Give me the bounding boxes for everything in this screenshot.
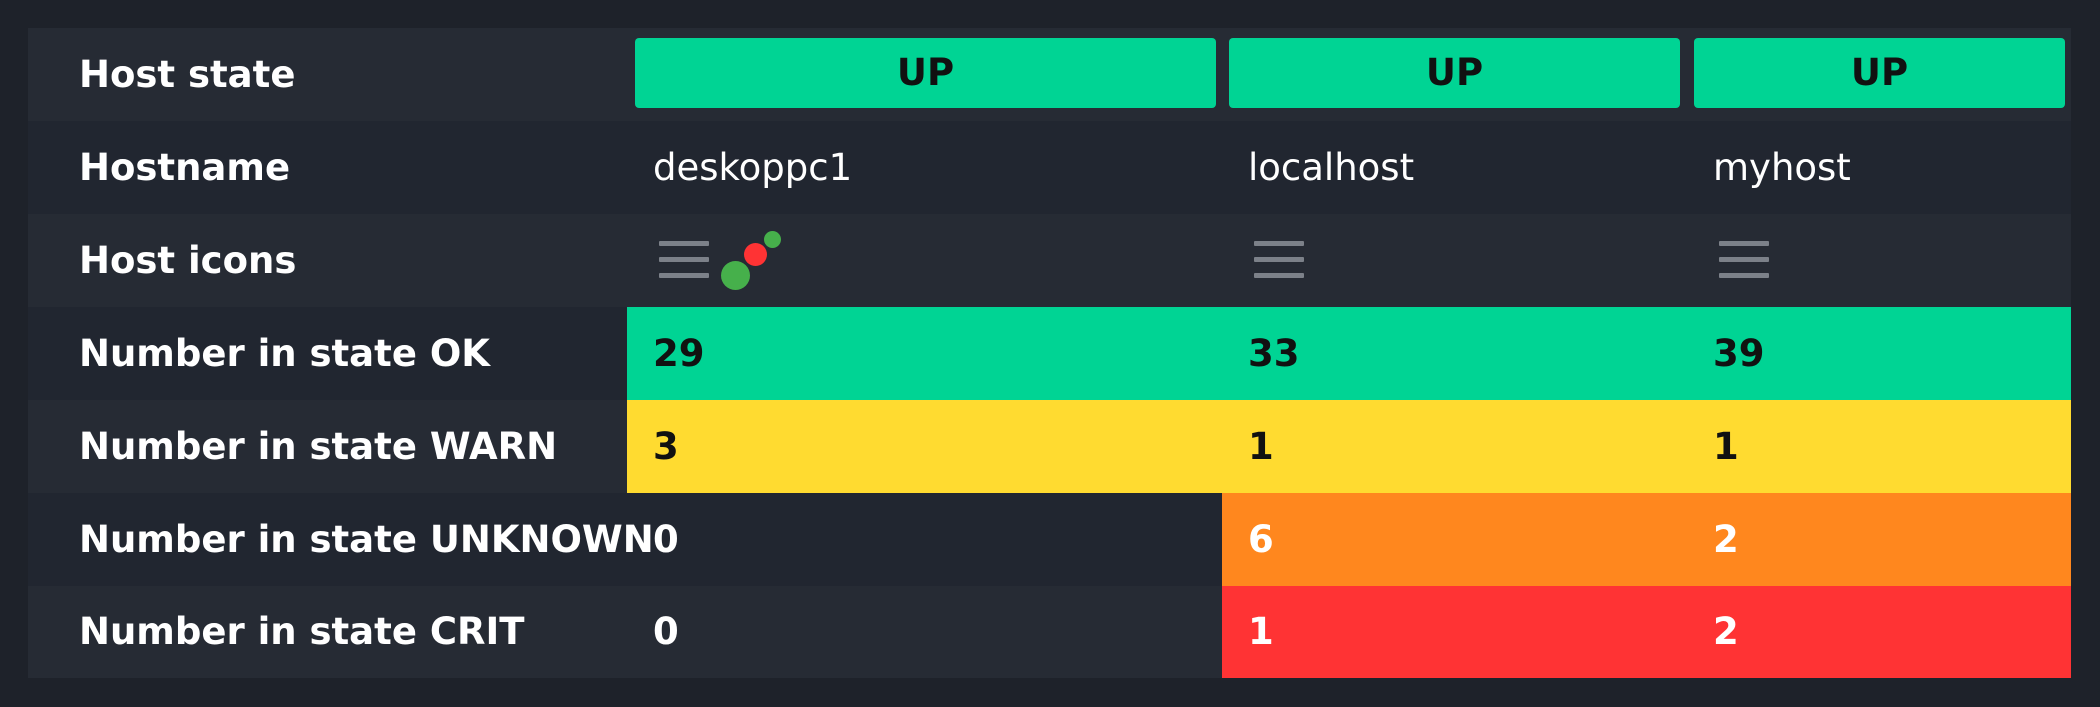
- unknown-count-cell[interactable]: 2: [1687, 493, 2071, 586]
- hostname-link[interactable]: myhost: [1713, 121, 1851, 214]
- warn-count: 1: [1248, 425, 1274, 468]
- host-icons-cell: [1222, 214, 1687, 307]
- row-label-crit: Number in state CRIT: [79, 610, 525, 653]
- menu-icon[interactable]: [1254, 241, 1304, 281]
- menu-icon[interactable]: [1719, 241, 1769, 281]
- row-state-ok: Number in state OK 29 33 39: [28, 307, 2071, 400]
- row-label-host-state: Host state: [79, 53, 296, 96]
- unknown-count: 2: [1713, 518, 1739, 561]
- crit-count: 1: [1248, 610, 1274, 653]
- warn-count-cell[interactable]: 1: [1222, 400, 1687, 493]
- crit-count-cell[interactable]: 1: [1222, 586, 1687, 678]
- menu-icon[interactable]: [659, 241, 709, 281]
- hostname-link[interactable]: deskoppc1: [653, 121, 852, 214]
- ok-count-cell[interactable]: 39: [1687, 307, 2071, 400]
- crit-count-cell[interactable]: 0: [627, 586, 1222, 678]
- row-state-crit: Number in state CRIT 0 1 2: [28, 586, 2071, 678]
- host-state-badge[interactable]: UP: [635, 38, 1216, 108]
- hostname-cell: deskoppc1: [627, 121, 1222, 214]
- row-label-hostname: Hostname: [79, 146, 291, 189]
- unknown-count-cell[interactable]: 6: [1222, 493, 1687, 586]
- warn-count: 1: [1713, 425, 1739, 468]
- row-label-ok: Number in state OK: [79, 332, 490, 375]
- row-label-unknown: Number in state UNKNOWN: [79, 518, 654, 561]
- host-icons-cell: [1687, 214, 2071, 307]
- unknown-count-cell[interactable]: 0: [627, 493, 1222, 586]
- host-icons-cell: [627, 214, 1222, 307]
- crit-count-cell[interactable]: 2: [1687, 586, 2071, 678]
- hostname-link[interactable]: localhost: [1248, 121, 1414, 214]
- crit-count: 0: [653, 610, 679, 653]
- hostname-cell: myhost: [1687, 121, 2071, 214]
- row-state-warn: Number in state WARN 3 1 1: [28, 400, 2071, 493]
- row-hostname: Hostname deskoppc1 localhost myhost: [28, 121, 2071, 214]
- host-state-badge[interactable]: UP: [1694, 38, 2065, 108]
- ok-count-cell[interactable]: 29: [627, 307, 1222, 400]
- warn-count-cell[interactable]: 3: [627, 400, 1222, 493]
- crit-count: 2: [1713, 610, 1739, 653]
- ok-count: 39: [1713, 332, 1765, 375]
- ok-count: 33: [1248, 332, 1300, 375]
- hostname-cell: localhost: [1222, 121, 1687, 214]
- ok-count: 29: [653, 332, 705, 375]
- host-matrix: Host state UP UP UP Hostname deskoppc1 l…: [28, 28, 2071, 678]
- warn-count: 3: [653, 425, 679, 468]
- row-host-state: Host state UP UP UP: [28, 28, 2071, 121]
- row-label-warn: Number in state WARN: [79, 425, 558, 468]
- row-host-icons: Host icons: [28, 214, 2071, 307]
- warn-count-cell[interactable]: 1: [1687, 400, 2071, 493]
- unknown-count: 0: [653, 518, 679, 561]
- row-state-unknown: Number in state UNKNOWN 0 6 2: [28, 493, 2071, 586]
- ok-count-cell[interactable]: 33: [1222, 307, 1687, 400]
- unknown-count: 6: [1248, 518, 1274, 561]
- host-state-badge[interactable]: UP: [1229, 38, 1680, 108]
- row-label-host-icons: Host icons: [79, 239, 297, 282]
